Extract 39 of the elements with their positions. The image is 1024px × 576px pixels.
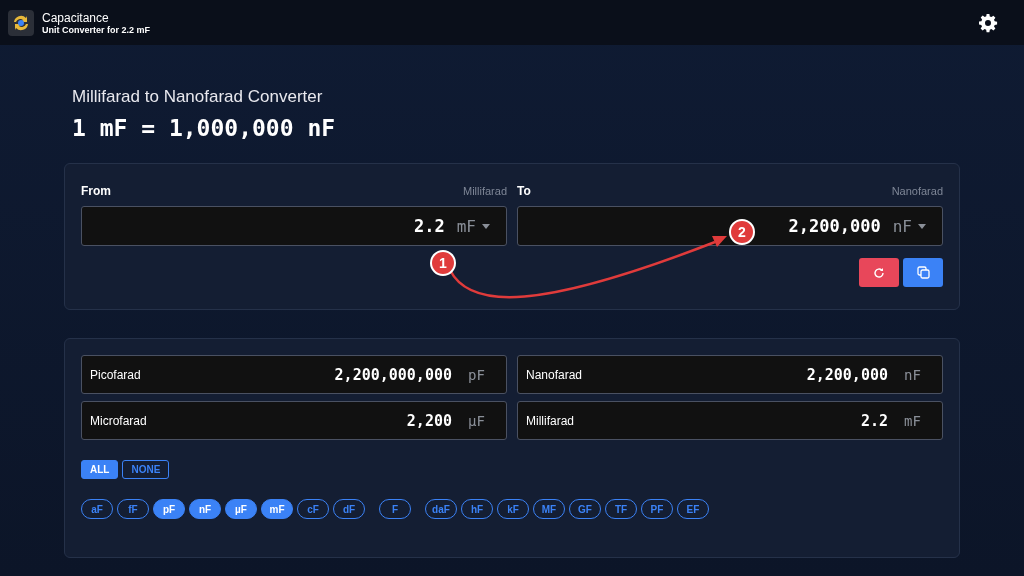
app-title: Capacitance xyxy=(42,10,110,25)
result-value: 2,200,000,000 xyxy=(334,365,452,384)
result-value: 2,200 xyxy=(406,411,452,430)
reset-button[interactable] xyxy=(859,258,899,287)
unit-symbol: pF xyxy=(468,366,486,383)
value-text: 2.2 xyxy=(414,216,445,236)
value-text: 2,200,000 xyxy=(788,216,881,236)
unit-chip[interactable]: mF xyxy=(261,499,293,519)
app-logo-icon xyxy=(8,9,34,36)
unit-chip[interactable]: nF xyxy=(189,499,221,519)
unit-name: Picofarad xyxy=(90,367,142,382)
settings-icon[interactable] xyxy=(978,12,998,33)
unit-symbol: nF xyxy=(904,366,922,383)
unit-name: Nanofarad xyxy=(526,367,584,382)
app-subtitle: Unit Converter for 2.2 mF xyxy=(42,24,151,35)
caret-icon xyxy=(918,223,926,229)
result-value: 2,200,000 xyxy=(806,365,888,384)
caret-icon xyxy=(482,223,490,229)
unit-dropdown[interactable]: mF xyxy=(456,216,476,236)
unit-dropdown[interactable]: nF xyxy=(892,216,912,236)
refresh-icon xyxy=(873,266,885,279)
unit-name: Millifarad xyxy=(463,185,507,197)
field-label: From xyxy=(81,184,111,198)
filter-button[interactable]: ALL xyxy=(81,460,119,479)
field-label: To xyxy=(517,184,531,198)
unit-chip[interactable]: µF xyxy=(225,499,257,519)
value-field[interactable]: 2.2 mF xyxy=(81,206,507,246)
copy-button[interactable] xyxy=(903,258,943,287)
unit-symbol: µF xyxy=(468,412,486,429)
copy-icon xyxy=(916,266,930,279)
unit-symbol: mF xyxy=(904,412,922,429)
conversion-formula: 1 mF = 1,000,000 nF xyxy=(72,115,337,141)
filter-button[interactable]: NONE xyxy=(122,460,170,479)
result-value: 2.2 xyxy=(860,411,888,430)
unit-name: Nanofarad xyxy=(891,185,943,197)
unit-name: Microfarad xyxy=(90,413,148,428)
unit-chip[interactable]: pF xyxy=(153,499,185,519)
converter-heading: Millifarad to Nanofarad Converter xyxy=(72,87,324,107)
unit-name: Millifarad xyxy=(526,413,575,428)
